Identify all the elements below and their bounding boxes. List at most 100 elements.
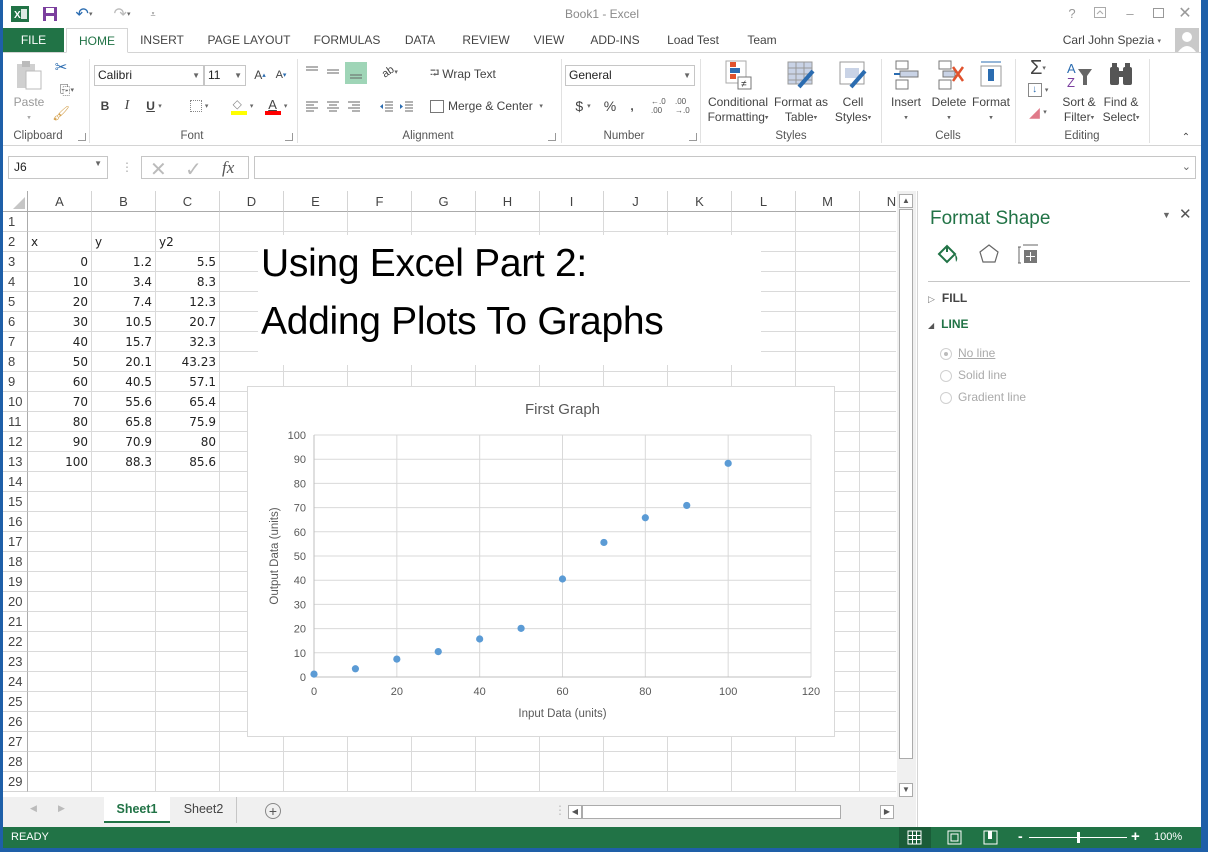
scroll-down-button[interactable]: ▼ <box>899 783 913 797</box>
cell-b6[interactable]: 10.5 <box>92 312 155 332</box>
cell-a6[interactable]: 30 <box>28 312 91 332</box>
cell-b5[interactable]: 7.4 <box>92 292 155 312</box>
currency-button[interactable]: $ ▾ <box>568 97 598 115</box>
column-header-m[interactable]: M <box>796 191 860 212</box>
bottom-align-icon[interactable] <box>345 62 367 84</box>
row-header-11[interactable]: 11 <box>3 412 28 432</box>
row-header-9[interactable]: 9 <box>3 372 28 392</box>
cell-c10[interactable]: 65.4 <box>156 392 219 412</box>
name-box[interactable]: J6 ▼ <box>8 156 108 179</box>
cell-b12[interactable]: 70.9 <box>92 432 155 452</box>
row-header-24[interactable]: 24 <box>3 672 28 692</box>
row-header-14[interactable]: 14 <box>3 472 28 492</box>
percent-button[interactable]: % <box>601 97 619 115</box>
cell-a3[interactable]: 0 <box>28 252 91 272</box>
avatar[interactable] <box>1175 28 1199 52</box>
delete-cells-button[interactable]: Delete ▾ <box>929 59 969 125</box>
cell-b10[interactable]: 55.6 <box>92 392 155 412</box>
column-header-k[interactable]: K <box>668 191 732 212</box>
account-menu[interactable]: Carl John Spezia ▾ <box>1063 33 1161 47</box>
cell-b13[interactable]: 88.3 <box>92 452 155 472</box>
tab-add-ins[interactable]: ADD-INS <box>585 28 645 53</box>
solid-line-label[interactable]: Solid line <box>958 368 1007 382</box>
zoom-out-button[interactable]: - <box>1018 828 1023 844</box>
gradient-line-radio[interactable] <box>940 392 952 404</box>
column-header-d[interactable]: D <box>220 191 284 212</box>
paste-button[interactable]: Paste ▾ <box>9 59 49 125</box>
insert-function-icon[interactable]: fx <box>222 158 234 178</box>
zoom-slider-thumb[interactable] <box>1077 832 1080 843</box>
increase-decimal-button[interactable]: ←.0 .00 <box>651 97 673 115</box>
cell-b2[interactable]: y <box>92 232 155 252</box>
font-launcher[interactable] <box>285 133 293 141</box>
cell-c3[interactable]: 5.5 <box>156 252 219 272</box>
row-header-17[interactable]: 17 <box>3 532 28 552</box>
no-line-radio[interactable] <box>940 348 952 360</box>
align-right-icon[interactable] <box>345 97 363 115</box>
tab-review[interactable]: REVIEW <box>458 28 514 53</box>
borders-button[interactable]: ▾ <box>182 98 216 114</box>
tab-formulas[interactable]: FORMULAS <box>305 28 389 53</box>
autosum-button[interactable]: Σ ▾ <box>1021 57 1055 79</box>
prev-sheet-icon[interactable]: ◀ <box>30 803 37 814</box>
scatter-chart[interactable]: 0 10 20 30 40 50 60 70 80 90 100 0 20 40 60 80 100 120 Fir… <box>247 386 835 737</box>
row-header-20[interactable]: 20 <box>3 592 28 612</box>
bold-button[interactable]: B <box>97 98 113 114</box>
comma-button[interactable]: , <box>625 97 639 115</box>
clear-button[interactable]: ◢ ▾ <box>1021 103 1055 121</box>
wrap-text-button[interactable]: ⮒ Wrap Text <box>430 65 510 83</box>
gradient-line-label[interactable]: Gradient line <box>958 390 1026 404</box>
align-center-icon[interactable] <box>324 97 342 115</box>
row-header-5[interactable]: 5 <box>3 292 28 312</box>
format-painter-button[interactable]: 🖌 <box>52 105 70 121</box>
conditional-formatting-button[interactable]: ≠ Conditional Formatting▾ <box>705 59 771 125</box>
row-header-29[interactable]: 29 <box>3 772 28 792</box>
row-header-7[interactable]: 7 <box>3 332 28 352</box>
tab-insert[interactable]: INSERT <box>132 28 192 53</box>
row-header-22[interactable]: 22 <box>3 632 28 652</box>
cell-c13[interactable]: 85.6 <box>156 452 219 472</box>
row-header-26[interactable]: 26 <box>3 712 28 732</box>
column-header-f[interactable]: F <box>348 191 412 212</box>
row-header-19[interactable]: 19 <box>3 572 28 592</box>
solid-line-radio[interactable] <box>940 370 952 382</box>
vertical-scroll-thumb[interactable] <box>899 209 913 759</box>
find-select-button[interactable]: Find & Select▾ <box>1099 59 1143 125</box>
row-header-8[interactable]: 8 <box>3 352 28 372</box>
close-icon[interactable]: ✕ <box>1175 4 1195 24</box>
cell-b11[interactable]: 65.8 <box>92 412 155 432</box>
cell-c7[interactable]: 32.3 <box>156 332 219 352</box>
zoom-level[interactable]: 100% <box>1154 831 1182 843</box>
tab-page-layout[interactable]: PAGE LAYOUT <box>202 28 296 53</box>
row-header-15[interactable]: 15 <box>3 492 28 512</box>
row-header-18[interactable]: 18 <box>3 552 28 572</box>
horizontal-scroll-thumb[interactable] <box>582 805 841 819</box>
row-header-3[interactable]: 3 <box>3 252 28 272</box>
fill-button[interactable]: ↓ ▾ <box>1021 81 1055 99</box>
column-header-g[interactable]: G <box>412 191 476 212</box>
grow-font-icon[interactable]: A ▴ <box>252 67 268 83</box>
row-header-12[interactable]: 12 <box>3 432 28 452</box>
row-header-13[interactable]: 13 <box>3 452 28 472</box>
page-break-view-button[interactable] <box>979 827 1003 848</box>
tab-view[interactable]: VIEW <box>530 28 568 53</box>
cell-c2[interactable]: y2 <box>156 232 219 252</box>
column-header-j[interactable]: J <box>604 191 668 212</box>
normal-view-button[interactable] <box>899 827 931 848</box>
row-header-16[interactable]: 16 <box>3 512 28 532</box>
cell-a13[interactable]: 100 <box>28 452 91 472</box>
select-all-button[interactable] <box>3 191 28 212</box>
clipboard-launcher[interactable] <box>78 133 86 141</box>
cell-b9[interactable]: 40.5 <box>92 372 155 392</box>
merge-center-button[interactable]: Merge & Center ▾ <box>430 97 554 115</box>
cell-a10[interactable]: 70 <box>28 392 91 412</box>
italic-button[interactable]: I <box>119 98 135 114</box>
align-left-icon[interactable] <box>303 97 321 115</box>
effects-tab-icon[interactable] <box>978 243 1000 265</box>
middle-align-icon[interactable] <box>324 63 342 81</box>
cell-b3[interactable]: 1.2 <box>92 252 155 272</box>
cell-a9[interactable]: 60 <box>28 372 91 392</box>
maximize-icon[interactable] <box>1148 4 1168 24</box>
cell-b7[interactable]: 15.7 <box>92 332 155 352</box>
sort-filter-button[interactable]: AZ Sort & Filter▾ <box>1057 59 1101 125</box>
